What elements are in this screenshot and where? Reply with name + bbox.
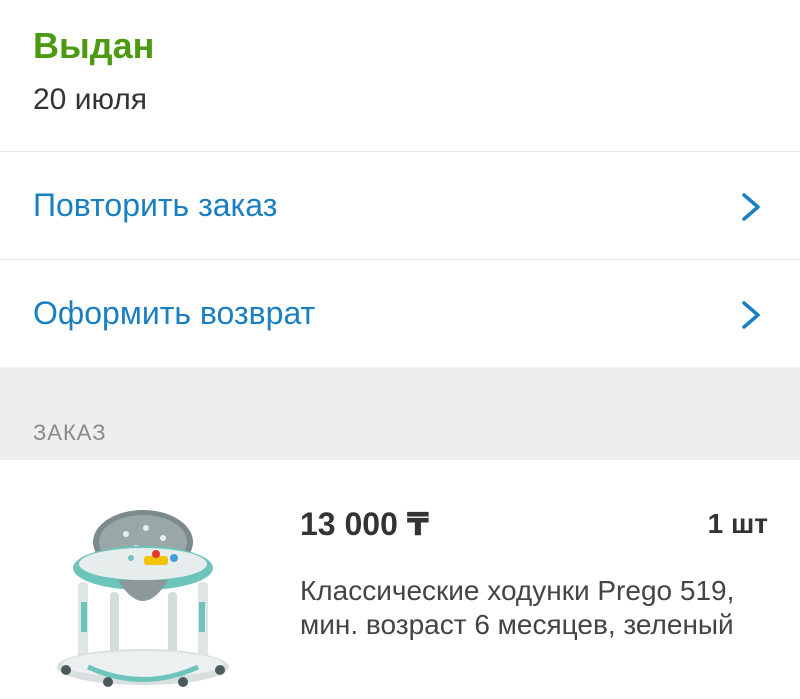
return-order-label: Оформить возврат — [33, 295, 316, 331]
order-status-title: Выдан — [33, 25, 155, 66]
chevron-right-icon — [742, 301, 760, 329]
chevron-right-icon — [742, 193, 760, 221]
order-section-header: ЗАКАЗ — [0, 367, 800, 460]
order-status-block: Выдан 20 июля — [0, 0, 800, 152]
item-quantity: 1 шт — [707, 508, 768, 539]
order-status-date: 20 июля — [33, 83, 148, 116]
repeat-order-label: Повторить заказ — [33, 187, 278, 223]
item-price: 13 000 ₸ — [300, 506, 430, 542]
item-name[interactable]: Классические ходунки Prego 519, мин. воз… — [300, 574, 740, 642]
repeat-order-row[interactable]: Повторить заказ — [0, 152, 800, 260]
return-order-row[interactable]: Оформить возврат — [0, 260, 800, 368]
order-item[interactable]: 13 000 ₸ 1 шт Классические ходунки Prego… — [0, 460, 800, 699]
order-section-label: ЗАКАЗ — [33, 420, 107, 445]
baby-walker-image — [57, 510, 229, 687]
